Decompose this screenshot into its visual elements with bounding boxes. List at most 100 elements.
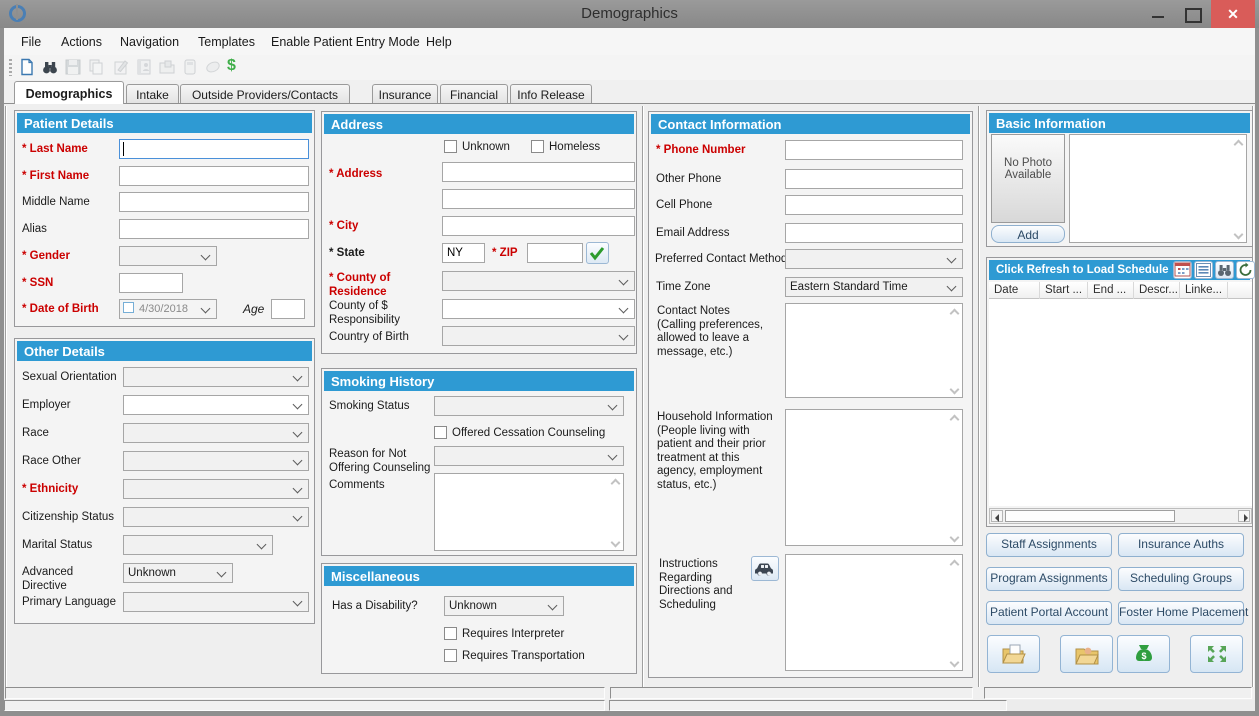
offered-cessation-label: Offered Cessation Counseling	[452, 427, 606, 439]
race-other-select[interactable]	[123, 451, 309, 471]
first-name-input[interactable]	[119, 166, 309, 186]
marital-status-label: Marital Status	[22, 539, 93, 551]
disability-select[interactable]: Unknown	[444, 596, 564, 616]
patient-folder-button[interactable]	[1060, 635, 1113, 673]
ssn-input[interactable]	[119, 273, 183, 293]
schedule-find-icon[interactable]	[1215, 261, 1234, 279]
foster-home-button[interactable]: Foster Home Placement	[1118, 601, 1248, 625]
alias-input[interactable]	[119, 219, 309, 239]
phone-number-input[interactable]	[785, 140, 963, 160]
city-input[interactable]	[442, 216, 635, 236]
primary-language-select[interactable]	[123, 592, 309, 612]
address-header: Address	[324, 114, 634, 134]
smoking-status-select[interactable]	[434, 396, 624, 416]
citizenship-select[interactable]	[123, 507, 309, 527]
basic-info-notes[interactable]	[1069, 134, 1247, 243]
tab-financial[interactable]: Financial	[440, 84, 508, 103]
menu-actions[interactable]: Actions	[61, 35, 102, 49]
schedule-hscrollbar[interactable]	[989, 508, 1252, 524]
menu-navigation[interactable]: Navigation	[120, 35, 179, 49]
other-phone-input[interactable]	[785, 169, 963, 189]
last-name-input[interactable]	[119, 139, 309, 159]
instructions-textarea[interactable]	[785, 554, 963, 671]
col-end[interactable]: End ...	[1088, 282, 1134, 299]
cell-phone-label: Cell Phone	[656, 199, 713, 211]
directions-button[interactable]	[751, 556, 779, 581]
tab-insurance[interactable]: Insurance	[372, 84, 438, 103]
col-linked[interactable]: Linke...	[1180, 282, 1228, 299]
tab-info-release[interactable]: Info Release	[510, 84, 592, 103]
find-icon[interactable]	[41, 58, 59, 76]
offered-cessation-checkbox[interactable]	[434, 426, 447, 439]
smoking-status-label: Smoking Status	[329, 400, 410, 412]
sync-arrows-button[interactable]	[1190, 635, 1243, 673]
interpreter-checkbox[interactable]	[444, 627, 457, 640]
schedule-table-header: Date Start ... End ... Descr... Linke...	[989, 282, 1252, 299]
middle-name-input[interactable]	[119, 192, 309, 212]
employer-select[interactable]	[123, 395, 309, 415]
patient-portal-button[interactable]: Patient Portal Account	[986, 601, 1112, 625]
scheduling-groups-button[interactable]: Scheduling Groups	[1118, 567, 1244, 591]
menu-help[interactable]: Help	[426, 35, 452, 49]
age-input[interactable]	[271, 299, 305, 319]
staff-assignments-button[interactable]: Staff Assignments	[986, 533, 1112, 557]
list-view-icon[interactable]	[1194, 261, 1213, 279]
reason-select[interactable]	[434, 446, 624, 466]
tab-intake[interactable]: Intake	[126, 84, 179, 103]
billing-icon[interactable]: $	[227, 57, 245, 75]
advanced-directive-select[interactable]: Unknown	[123, 563, 233, 583]
county-residence-select[interactable]	[442, 271, 635, 291]
country-birth-select[interactable]	[442, 326, 635, 346]
minimize-button[interactable]	[1143, 0, 1173, 28]
tab-outside-providers[interactable]: Outside Providers/Contacts	[180, 84, 350, 103]
citizenship-label: Citizenship Status	[22, 511, 115, 523]
dob-picker[interactable]: 4/30/2018	[119, 299, 217, 319]
cell-phone-input[interactable]	[785, 195, 963, 215]
insurance-auths-button[interactable]: Insurance Auths	[1118, 533, 1244, 557]
menu-enable-patient-entry-mode[interactable]: Enable Patient Entry Mode	[271, 35, 420, 49]
zip-input[interactable]	[527, 243, 583, 263]
tab-demographics[interactable]: Demographics	[14, 81, 124, 104]
transportation-checkbox[interactable]	[444, 649, 457, 662]
col-date[interactable]: Date	[989, 282, 1040, 299]
billing-money-button[interactable]: $	[1117, 635, 1170, 673]
calendar-icon[interactable]	[1173, 261, 1192, 279]
col-start[interactable]: Start ...	[1040, 282, 1088, 299]
ethnicity-select[interactable]	[123, 479, 309, 499]
close-button[interactable]: ✕	[1211, 0, 1255, 28]
county-responsibility-select[interactable]	[442, 299, 635, 319]
email-input[interactable]	[785, 223, 963, 243]
copy-icon	[87, 58, 105, 76]
patient-details-panel: Patient Details * Last Name * First Name…	[14, 110, 315, 327]
menu-templates[interactable]: Templates	[198, 35, 255, 49]
maximize-button[interactable]	[1177, 0, 1207, 28]
refresh-icon[interactable]	[1236, 261, 1255, 279]
menu-file[interactable]: File	[21, 35, 41, 49]
comments-textarea[interactable]	[434, 473, 624, 551]
patient-details-header: Patient Details	[17, 113, 312, 133]
race-select[interactable]	[123, 423, 309, 443]
address-unknown-checkbox[interactable]	[444, 140, 457, 153]
marital-status-select[interactable]	[123, 535, 273, 555]
zip-validate-button[interactable]	[586, 242, 609, 264]
photo-placeholder: No Photo Available	[991, 134, 1065, 223]
basic-information-header: Basic Information	[989, 113, 1250, 133]
new-patient-icon[interactable]	[18, 58, 36, 76]
dob-checkbox[interactable]	[123, 302, 134, 313]
address-line2-input[interactable]	[442, 189, 635, 209]
address-line1-input[interactable]	[442, 162, 635, 182]
add-photo-button[interactable]: Add	[991, 225, 1065, 243]
open-chart-button[interactable]	[987, 635, 1040, 673]
preferred-contact-select[interactable]	[785, 249, 963, 269]
edit-icon	[112, 58, 130, 76]
program-assignments-button[interactable]: Program Assignments	[986, 567, 1112, 591]
gender-select[interactable]	[119, 246, 217, 266]
state-input[interactable]: NY	[442, 243, 485, 263]
col-description[interactable]: Descr...	[1134, 282, 1180, 299]
timezone-select[interactable]: Eastern Standard Time	[785, 277, 963, 297]
sexual-orientation-select[interactable]	[123, 367, 309, 387]
household-textarea[interactable]	[785, 409, 963, 546]
homeless-checkbox[interactable]	[531, 140, 544, 153]
city-label: * City	[329, 220, 359, 232]
contact-notes-textarea[interactable]	[785, 303, 963, 398]
